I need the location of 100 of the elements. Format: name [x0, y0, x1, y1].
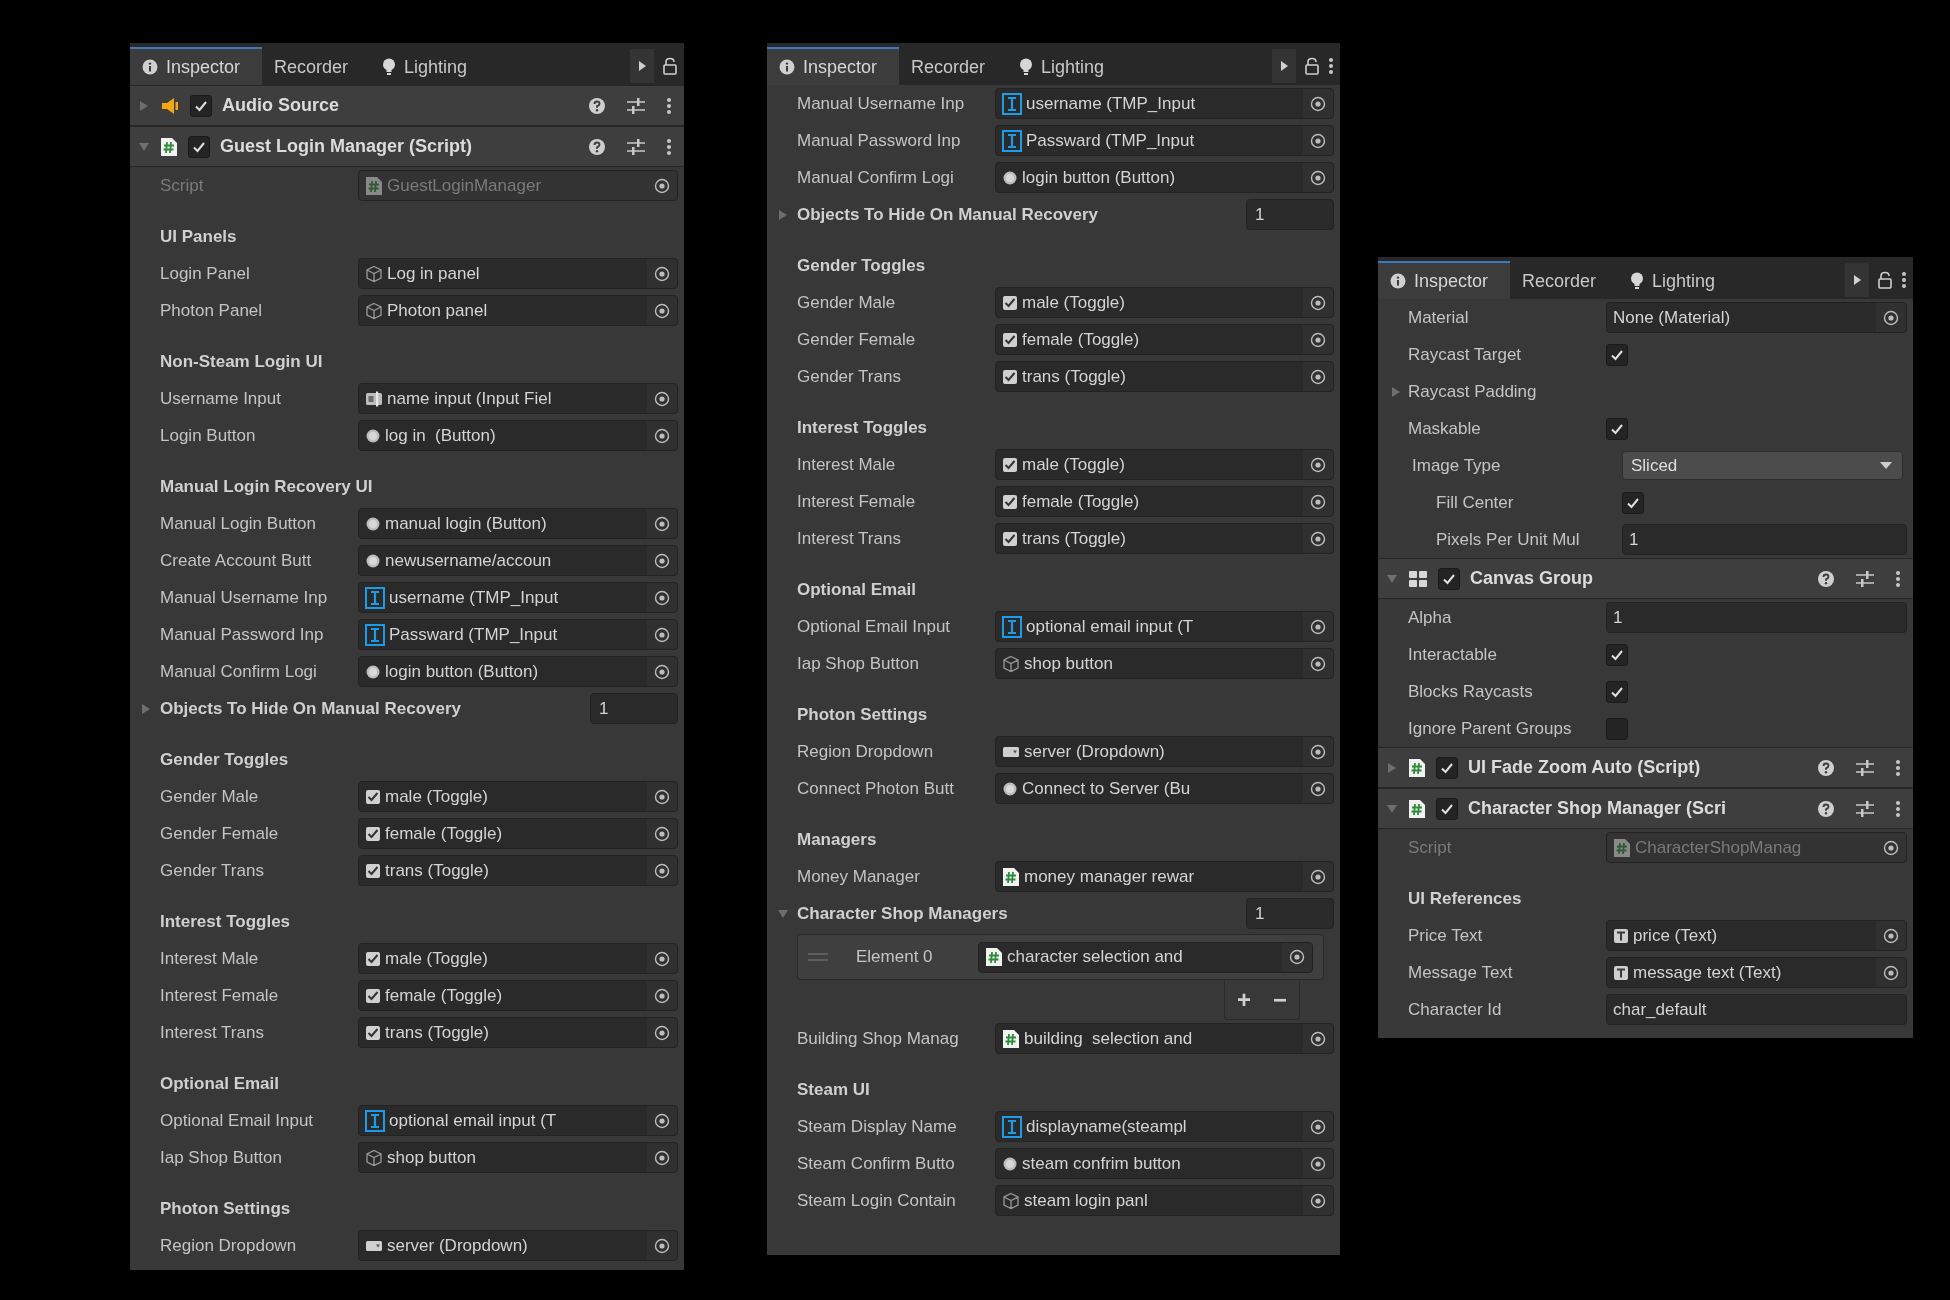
object-field[interactable]: server (Dropdown): [995, 736, 1334, 767]
sliders-icon[interactable]: [1855, 569, 1875, 588]
tab[interactable]: Lighting: [1007, 47, 1127, 85]
object-picker-icon[interactable]: [1310, 456, 1326, 473]
checkbox[interactable]: [1606, 643, 1628, 666]
sliders-icon[interactable]: [626, 96, 646, 115]
remove-button[interactable]: −: [1269, 987, 1291, 1012]
object-picker-icon[interactable]: [654, 950, 670, 967]
kebab-menu-icon[interactable]: [666, 96, 672, 115]
component-header[interactable]: Guest Login Manager (Script): [130, 126, 684, 167]
sliders-icon[interactable]: [626, 137, 646, 156]
object-field[interactable]: message text (Text): [1606, 957, 1907, 988]
text-field[interactable]: 1: [1606, 602, 1907, 633]
object-field[interactable]: male (Toggle): [358, 781, 678, 812]
more-tabs-button[interactable]: [630, 49, 654, 83]
object-picker-icon[interactable]: [1883, 964, 1899, 981]
array-label[interactable]: Objects To Hide On Manual Recovery: [160, 695, 582, 722]
object-field[interactable]: username (TMP_Input: [995, 88, 1334, 119]
object-picker-icon[interactable]: [1310, 618, 1326, 635]
object-picker-icon[interactable]: [654, 265, 670, 282]
help-icon[interactable]: [588, 96, 606, 115]
object-field[interactable]: steam confrim button: [995, 1148, 1334, 1179]
object-field[interactable]: optional email input (T: [995, 611, 1334, 642]
object-picker-icon[interactable]: [1289, 949, 1305, 965]
object-field[interactable]: Passward (TMP_Input: [358, 619, 678, 650]
object-field[interactable]: steam login panl: [995, 1185, 1334, 1216]
object-picker-icon[interactable]: [1310, 493, 1326, 510]
kebab-menu-icon[interactable]: [1901, 271, 1907, 289]
enable-checkbox[interactable]: [190, 94, 212, 117]
object-field[interactable]: Passward (TMP_Input: [995, 125, 1334, 156]
help-icon[interactable]: [1817, 758, 1835, 777]
object-field[interactable]: newusername/accoun: [358, 545, 678, 576]
kebab-menu-icon[interactable]: [666, 137, 672, 156]
lock-icon[interactable]: [662, 57, 678, 75]
object-picker-icon[interactable]: [654, 302, 670, 319]
object-field[interactable]: trans (Toggle): [995, 523, 1334, 554]
tab[interactable]: Inspector: [767, 47, 900, 85]
kebab-menu-icon[interactable]: [1328, 57, 1334, 75]
object-field[interactable]: male (Toggle): [995, 287, 1334, 318]
object-field[interactable]: female (Toggle): [358, 818, 678, 849]
checkbox[interactable]: [1606, 417, 1628, 440]
object-field[interactable]: Log in panel: [358, 258, 678, 289]
drag-handle-icon[interactable]: [808, 953, 828, 961]
object-field[interactable]: trans (Toggle): [358, 855, 678, 886]
object-picker-icon[interactable]: [1310, 95, 1326, 112]
lock-icon[interactable]: [1304, 57, 1320, 75]
object-picker-icon[interactable]: [654, 987, 670, 1004]
component-header[interactable]: UI Fade Zoom Auto (Script): [1378, 747, 1913, 788]
object-picker-icon[interactable]: [1883, 927, 1899, 944]
array-label[interactable]: Objects To Hide On Manual Recovery: [797, 201, 1238, 228]
lock-icon[interactable]: [1877, 271, 1893, 289]
tab[interactable]: Recorder: [899, 47, 1008, 85]
object-picker-icon[interactable]: [654, 626, 670, 643]
array-size-field[interactable]: 1: [1246, 898, 1334, 929]
component-header[interactable]: Canvas Group: [1378, 558, 1913, 599]
checkbox[interactable]: [1606, 680, 1628, 703]
list-element[interactable]: Element 0 character selection and: [797, 934, 1324, 980]
object-field[interactable]: price (Text): [1606, 920, 1907, 951]
add-button[interactable]: +: [1232, 987, 1255, 1012]
sliders-icon[interactable]: [1855, 799, 1875, 818]
object-picker-icon[interactable]: [1310, 1118, 1326, 1135]
checkbox[interactable]: [1622, 491, 1644, 514]
object-picker-icon[interactable]: [654, 427, 670, 444]
object-picker-icon[interactable]: [654, 862, 670, 879]
object-field[interactable]: shop button: [995, 648, 1334, 679]
enable-checkbox[interactable]: [1436, 797, 1458, 820]
object-picker-icon[interactable]: [1310, 331, 1326, 348]
sliders-icon[interactable]: [1855, 758, 1875, 777]
object-picker-icon[interactable]: [654, 515, 670, 532]
object-picker-icon[interactable]: [654, 390, 670, 407]
object-field[interactable]: female (Toggle): [995, 486, 1334, 517]
object-field[interactable]: female (Toggle): [995, 324, 1334, 355]
object-field[interactable]: server (Dropdown): [358, 1230, 678, 1261]
object-field[interactable]: shop button: [358, 1142, 678, 1173]
help-icon[interactable]: [1817, 569, 1835, 588]
object-picker-icon[interactable]: [654, 589, 670, 606]
object-picker-icon[interactable]: [1310, 743, 1326, 760]
dropdown[interactable]: Sliced: [1622, 451, 1903, 480]
object-field[interactable]: male (Toggle): [995, 449, 1334, 480]
object-picker-icon[interactable]: [654, 663, 670, 680]
more-tabs-button[interactable]: [1272, 49, 1296, 83]
object-field[interactable]: username (TMP_Input: [358, 582, 678, 613]
object-field[interactable]: optional email input (T: [358, 1105, 678, 1136]
object-picker-icon[interactable]: [1310, 1192, 1326, 1209]
object-field[interactable]: male (Toggle): [358, 943, 678, 974]
object-picker-icon[interactable]: [1310, 294, 1326, 311]
object-picker-icon[interactable]: [654, 1024, 670, 1041]
object-picker-icon[interactable]: [1310, 530, 1326, 547]
object-field[interactable]: character selection and: [978, 941, 1313, 973]
checkbox[interactable]: [1606, 717, 1628, 740]
object-picker-icon[interactable]: [1310, 169, 1326, 186]
text-field[interactable]: 1: [1622, 524, 1907, 555]
tab[interactable]: Inspector: [130, 47, 263, 85]
component-header[interactable]: Character Shop Manager (Scri: [1378, 788, 1913, 829]
object-field[interactable]: name input (Input Fiel: [358, 383, 678, 414]
object-picker-icon[interactable]: [1310, 655, 1326, 672]
component-header[interactable]: Audio Source: [130, 85, 684, 126]
tab[interactable]: Recorder: [262, 47, 371, 85]
object-picker-icon[interactable]: [1310, 868, 1326, 885]
object-picker-icon[interactable]: [1310, 368, 1326, 385]
